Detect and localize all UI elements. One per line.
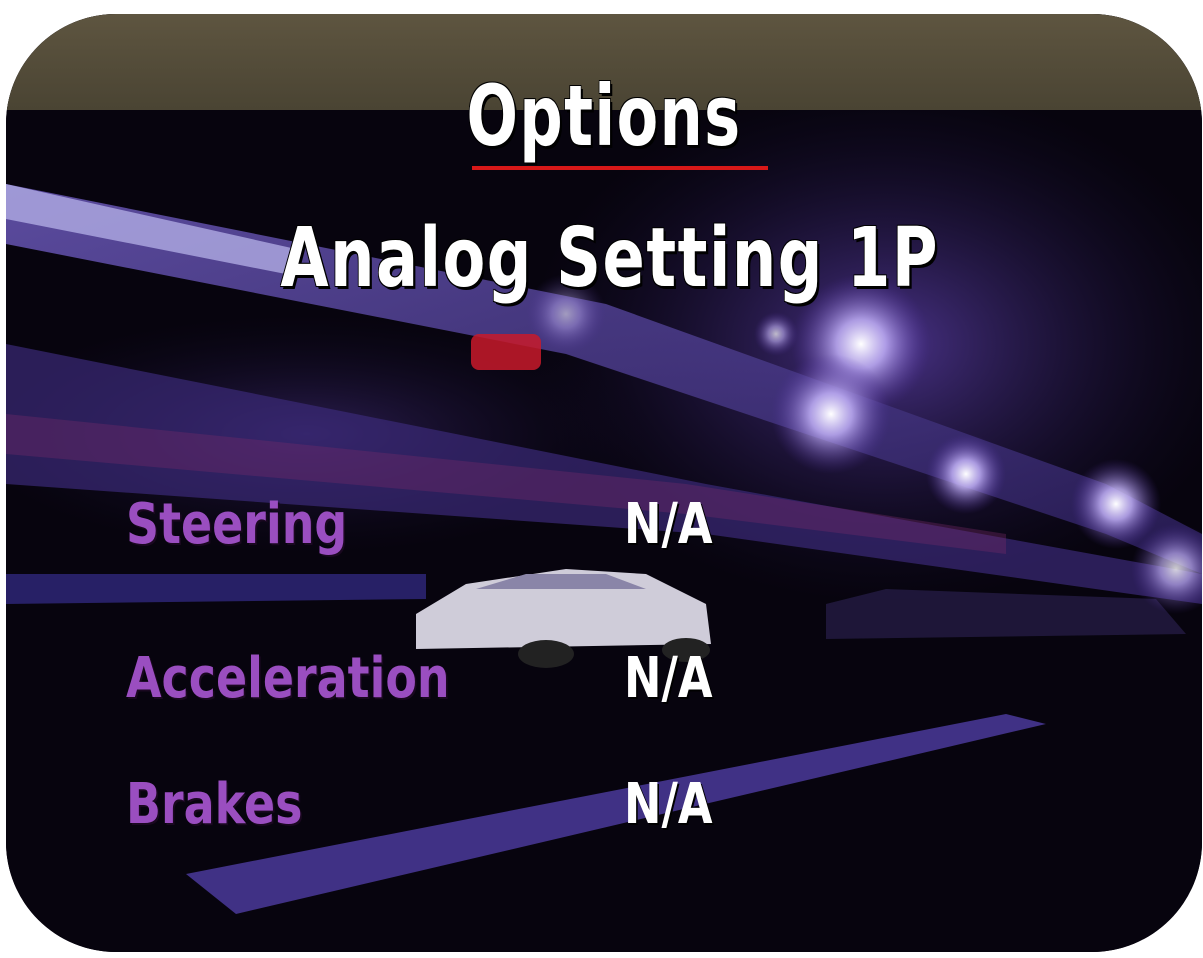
- page-subtitle: Analog Setting 1P: [280, 211, 940, 306]
- option-brakes-value[interactable]: N/A: [624, 770, 713, 840]
- option-steering-label[interactable]: Steering: [126, 490, 347, 560]
- game-screen: Options Analog Setting 1P Steering N/A A…: [6, 14, 1202, 952]
- option-steering-value[interactable]: N/A: [624, 490, 713, 560]
- page-title: Options: [466, 67, 742, 165]
- title-underline: [472, 166, 768, 170]
- option-acceleration-label[interactable]: Acceleration: [126, 644, 450, 714]
- option-acceleration-value[interactable]: N/A: [624, 644, 713, 714]
- option-brakes-label[interactable]: Brakes: [126, 770, 302, 840]
